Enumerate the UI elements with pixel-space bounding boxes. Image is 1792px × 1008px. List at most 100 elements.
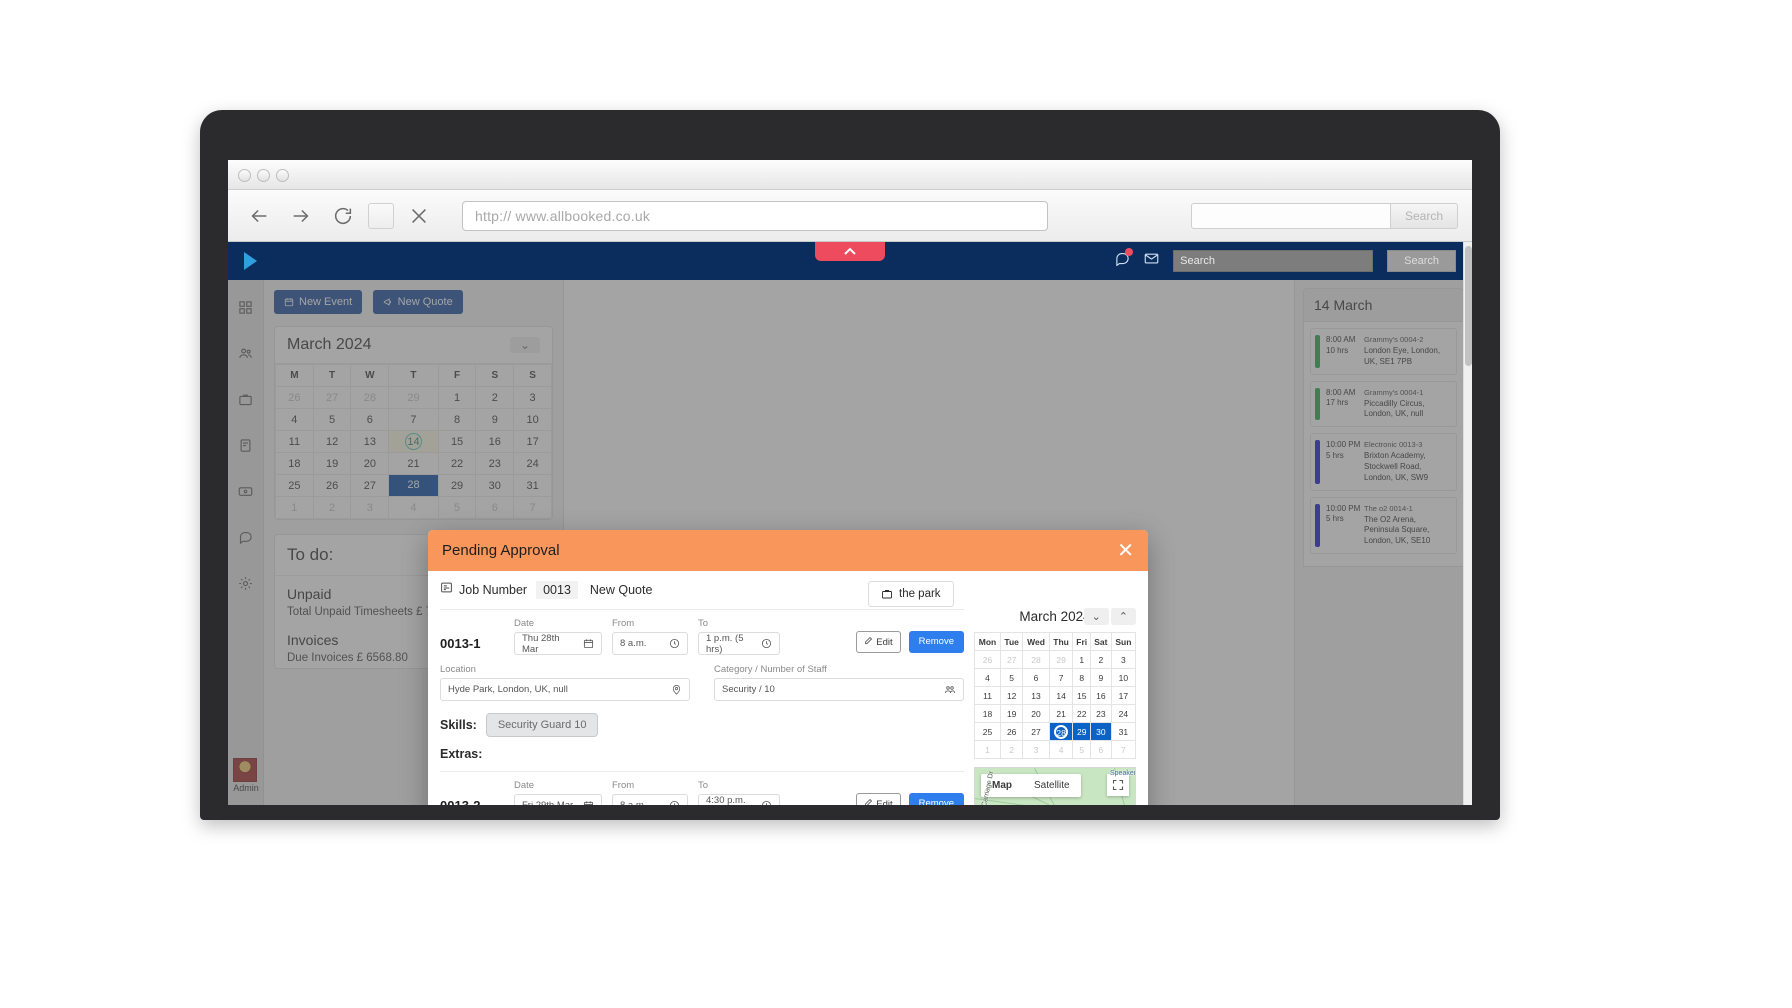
skills-label: Skills:: [440, 718, 477, 732]
category-input[interactable]: Security / 10: [714, 678, 964, 701]
modal-calendar-weekday: Fri: [1072, 632, 1092, 651]
modal-calendar-day[interactable]: 19: [1000, 704, 1024, 723]
modal-calendar-day[interactable]: 29: [1048, 650, 1074, 669]
modal-calendar-day[interactable]: 14: [1048, 686, 1074, 705]
modal-calendar-day[interactable]: 21: [1048, 704, 1074, 723]
edit-button[interactable]: Edit: [856, 631, 901, 653]
venue-chip[interactable]: the park: [868, 581, 954, 607]
venue-name: the park: [899, 588, 941, 600]
pencil-icon: [864, 798, 873, 805]
modal-calendar-day[interactable]: 15: [1072, 686, 1092, 705]
chevron-up-icon[interactable]: [815, 242, 885, 261]
modal-calendar-day[interactable]: 25: [973, 722, 1002, 741]
chevron-up-icon[interactable]: ⌃: [1110, 608, 1136, 625]
window-maximize-button[interactable]: [276, 169, 289, 182]
modal-calendar-day[interactable]: 3: [1022, 740, 1050, 759]
modal-calendar-day[interactable]: 24: [1110, 704, 1137, 723]
extras-label: Extras:: [440, 747, 483, 761]
modal-calendar-day[interactable]: 17: [1110, 686, 1137, 705]
modal-calendar-day[interactable]: 8: [1072, 668, 1092, 687]
page-scrollbar-thumb[interactable]: [1465, 246, 1472, 366]
modal-calendar-day[interactable]: 9: [1090, 668, 1112, 687]
modal-calendar-day[interactable]: 4: [1048, 740, 1074, 759]
modal-calendar-day[interactable]: 13: [1022, 686, 1050, 705]
modal-calendar-day[interactable]: 22: [1072, 704, 1092, 723]
modal-calendar-day[interactable]: 4: [973, 668, 1002, 687]
job-entry: 0013-1 Date Thu 28th Mar From 8 a.m. To 1 p.m.…: [440, 610, 964, 765]
back-arrow-icon[interactable]: [242, 199, 276, 233]
modal-right-column: the park March 2024 ⌄ ⌃ Mon Tue Wed Thu …: [868, 581, 1137, 805]
close-x-icon[interactable]: [402, 199, 436, 233]
modal-calendar-day[interactable]: 7: [1048, 668, 1074, 687]
modal-calendar-day[interactable]: 18: [973, 704, 1002, 723]
modal-calendar-day[interactable]: 6: [1090, 740, 1112, 759]
modal-calendar-day[interactable]: 27: [1000, 650, 1024, 669]
modal-calendar-week: 11 12 13 14 15 16 17: [973, 686, 1137, 705]
remove-button[interactable]: Remove: [908, 793, 964, 805]
chat-bubble-icon[interactable]: [1115, 248, 1134, 271]
location-input[interactable]: Hyde Park, London, UK, null: [440, 678, 690, 701]
modal-calendar-day[interactable]: 12: [1000, 686, 1024, 705]
job-entry: 0013-2 Date Fri 29th Mar From 8 a.m. To 4:30 p…: [440, 771, 964, 805]
job-entries: 0013-1 Date Thu 28th Mar From 8 a.m. To 1 p.m.…: [440, 610, 964, 805]
date-input[interactable]: Fri 29th Mar: [514, 794, 602, 805]
home-button[interactable]: [368, 202, 394, 229]
modal-calendar-nav: ⌄ ⌃: [1083, 608, 1136, 625]
modal-calendar-title: March 2024: [1019, 609, 1091, 624]
modal-calendar-day[interactable]: 1: [1072, 650, 1092, 669]
location-map[interactable]: Map Satellite Speaker Carriage Dr: [974, 767, 1136, 805]
modal-calendar-day[interactable]: 26: [973, 650, 1002, 669]
modal-calendar-day[interactable]: 5: [1072, 740, 1092, 759]
app-search-button[interactable]: Search: [1387, 250, 1456, 272]
browser-search-button[interactable]: Search: [1390, 202, 1458, 229]
window-minimize-button[interactable]: [257, 169, 270, 182]
modal-calendar-day[interactable]: 2: [1000, 740, 1024, 759]
modal-calendar-day[interactable]: 2: [1090, 650, 1112, 669]
close-x-icon[interactable]: ✕: [1117, 541, 1134, 561]
modal-calendar-day[interactable]: 7: [1110, 740, 1137, 759]
skill-chip[interactable]: Security Guard 10: [485, 713, 599, 737]
modal-calendar-day[interactable]: 30: [1090, 722, 1112, 741]
date-input[interactable]: Thu 28th Mar: [514, 632, 602, 655]
modal-calendar-weekday: Mon: [973, 632, 1002, 651]
job-number-value: 0013: [536, 581, 578, 599]
fullscreen-icon[interactable]: [1107, 774, 1129, 796]
from-input[interactable]: 8 a.m.: [612, 794, 688, 805]
url-input[interactable]: http:// www.allbooked.co.uk: [462, 200, 1048, 231]
modal-calendar-day[interactable]: 28: [1048, 722, 1074, 741]
modal-calendar-day[interactable]: 23: [1090, 704, 1112, 723]
app-header-right: Search Search: [1115, 248, 1462, 272]
forward-arrow-icon[interactable]: [284, 199, 318, 233]
job-entry-id: 0013-2: [440, 798, 504, 805]
browser-toolbar: http:// www.allbooked.co.uk Search: [228, 190, 1472, 242]
modal-calendar-day[interactable]: 20: [1022, 704, 1050, 723]
modal-calendar-day[interactable]: 16: [1090, 686, 1112, 705]
chevron-down-icon[interactable]: ⌄: [1083, 608, 1109, 625]
app-search-input[interactable]: Search: [1173, 250, 1374, 272]
flag-play-icon[interactable]: [244, 252, 257, 270]
to-input[interactable]: 4:30 p.m. (8 hrs): [698, 794, 780, 805]
modal-calendar-day[interactable]: 1: [973, 740, 1002, 759]
modal-calendar-day[interactable]: 31: [1110, 722, 1137, 741]
modal-calendar-day[interactable]: 28: [1022, 650, 1050, 669]
reload-icon[interactable]: [326, 199, 360, 233]
window-close-button[interactable]: [238, 169, 251, 182]
modal-calendar-day[interactable]: 10: [1110, 668, 1137, 687]
job-entry-top: 0013-2 Date Fri 29th Mar From 8 a.m. To 4:30 p…: [440, 780, 964, 805]
browser-search-input[interactable]: [1190, 202, 1391, 229]
modal-calendar-day[interactable]: 6: [1022, 668, 1050, 687]
map-tab-satellite[interactable]: Satellite: [1023, 774, 1081, 797]
edit-button[interactable]: Edit: [856, 793, 901, 805]
modal-calendar-day[interactable]: 29: [1072, 722, 1092, 741]
modal-calendar-day[interactable]: 3: [1110, 650, 1137, 669]
page-scrollbar[interactable]: [1463, 242, 1472, 805]
modal-calendar-day[interactable]: 26: [1000, 722, 1024, 741]
modal-calendar-day[interactable]: 27: [1022, 722, 1050, 741]
modal-calendar-day[interactable]: 5: [1000, 668, 1024, 687]
to-input[interactable]: 1 p.m. (5 hrs): [698, 632, 780, 655]
from-input[interactable]: 8 a.m.: [612, 632, 688, 655]
remove-button[interactable]: Remove: [908, 631, 964, 653]
envelope-icon[interactable]: [1144, 251, 1159, 271]
map-type-control: Map Satellite: [981, 774, 1081, 797]
modal-calendar-day[interactable]: 11: [973, 686, 1002, 705]
